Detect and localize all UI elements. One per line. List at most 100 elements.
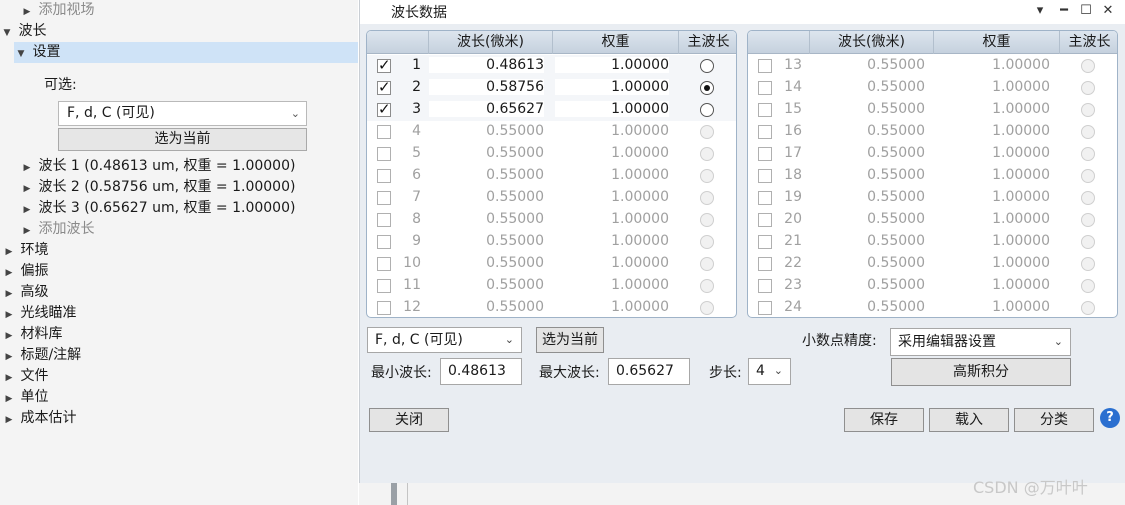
enable-checkbox[interactable] — [377, 213, 391, 227]
primary-radio[interactable] — [700, 147, 714, 161]
enable-checkbox[interactable] — [758, 103, 772, 117]
table-row[interactable]: 5 0.55000 1.00000 — [367, 143, 736, 165]
primary-radio[interactable] — [1081, 59, 1095, 73]
expand-arrow-icon[interactable]: ▶ — [2, 368, 16, 389]
expand-arrow-icon[interactable]: ▶ — [2, 263, 16, 284]
select-current-button[interactable]: 选为当前 — [58, 128, 307, 151]
weight-cell[interactable]: 1.00000 — [555, 79, 669, 95]
minimize-icon[interactable]: ━ — [1056, 3, 1072, 18]
wavelength-cell[interactable]: 0.55000 — [429, 167, 544, 183]
table-row[interactable]: 16 0.55000 1.00000 — [748, 121, 1117, 143]
close-button[interactable]: 关闭 — [369, 408, 449, 432]
wavelength-cell[interactable]: 0.55000 — [429, 123, 544, 139]
wavelength-cell[interactable]: 0.65627 — [429, 101, 544, 117]
wavelength-cell[interactable]: 0.55000 — [810, 145, 925, 161]
enable-checkbox[interactable] — [377, 100, 391, 118]
expand-arrow-icon[interactable]: ▶ — [2, 389, 16, 410]
primary-radio[interactable] — [1081, 191, 1095, 205]
expand-arrow-icon[interactable]: ▶ — [20, 221, 34, 242]
table-row[interactable]: 12 0.55000 1.00000 — [367, 297, 736, 317]
tree-item-advanced[interactable]: ▶ 高级 — [2, 282, 49, 305]
min-wavelength-input[interactable]: 0.48613 — [440, 358, 522, 385]
weight-cell[interactable]: 1.00000 — [555, 255, 669, 271]
tree-item-files[interactable]: ▶ 文件 — [2, 366, 49, 389]
wavelength-cell[interactable]: 0.58756 — [429, 79, 544, 95]
expand-arrow-icon[interactable]: ▶ — [20, 179, 34, 200]
primary-radio[interactable] — [700, 103, 714, 117]
enable-checkbox[interactable] — [377, 56, 391, 74]
tree-item-wavelength-3[interactable]: ▶ 波长 3 (0.65627 um, 权重 = 1.00000) — [20, 198, 296, 219]
weight-cell[interactable]: 1.00000 — [936, 167, 1050, 183]
weight-cell[interactable]: 1.00000 — [936, 101, 1050, 117]
column-header-primary[interactable]: 主波长 — [679, 31, 736, 54]
weight-cell[interactable]: 1.00000 — [555, 167, 669, 183]
table-row[interactable]: 7 0.55000 1.00000 — [367, 187, 736, 209]
weight-cell[interactable]: 1.00000 — [936, 255, 1050, 271]
enable-checkbox[interactable] — [758, 125, 772, 139]
enable-checkbox[interactable] — [377, 301, 391, 315]
primary-radio[interactable] — [700, 169, 714, 183]
weight-cell[interactable]: 1.00000 — [936, 57, 1050, 73]
table-row[interactable]: 6 0.55000 1.00000 — [367, 165, 736, 187]
tree-item-wavelength[interactable]: ▼ 波长 — [0, 21, 47, 44]
wavelength-cell[interactable]: 0.55000 — [429, 233, 544, 249]
primary-radio[interactable] — [1081, 279, 1095, 293]
table-row[interactable]: 14 0.55000 1.00000 — [748, 77, 1117, 99]
column-header-wavelength[interactable]: 波长(微米) — [429, 31, 553, 54]
wavelength-cell[interactable]: 0.55000 — [810, 57, 925, 73]
wavelength-cell[interactable]: 0.55000 — [429, 145, 544, 161]
expand-arrow-icon[interactable]: ▶ — [2, 284, 16, 305]
table-row[interactable]: 2 0.58756 1.00000 — [367, 77, 736, 99]
weight-cell[interactable]: 1.00000 — [555, 299, 669, 315]
primary-radio[interactable] — [700, 191, 714, 205]
wavelength-cell[interactable]: 0.55000 — [810, 299, 925, 315]
weight-cell[interactable]: 1.00000 — [555, 123, 669, 139]
save-button[interactable]: 保存 — [844, 408, 924, 432]
primary-radio[interactable] — [700, 213, 714, 227]
wavelength-cell[interactable]: 0.55000 — [810, 277, 925, 293]
weight-cell[interactable]: 1.00000 — [936, 145, 1050, 161]
tree-item-environment[interactable]: ▶ 环境 — [2, 240, 49, 261]
primary-radio[interactable] — [1081, 103, 1095, 117]
dropdown-arrow-icon[interactable]: ▾ — [1032, 3, 1048, 18]
table-row[interactable]: 24 0.55000 1.00000 — [748, 297, 1117, 317]
column-header-primary[interactable]: 主波长 — [1060, 31, 1117, 54]
enable-checkbox[interactable] — [377, 147, 391, 161]
expand-arrow-icon[interactable]: ▶ — [20, 158, 34, 179]
table-row[interactable]: 3 0.65627 1.00000 — [367, 99, 736, 121]
table-row[interactable]: 19 0.55000 1.00000 — [748, 187, 1117, 209]
splitter-handle[interactable] — [391, 483, 397, 505]
primary-radio[interactable] — [1081, 169, 1095, 183]
primary-radio[interactable] — [1081, 125, 1095, 139]
wavelength-cell[interactable]: 0.55000 — [429, 189, 544, 205]
table-row[interactable]: 13 0.55000 1.00000 — [748, 55, 1117, 77]
primary-radio[interactable] — [700, 279, 714, 293]
enable-checkbox[interactable] — [758, 235, 772, 249]
weight-cell[interactable]: 1.00000 — [936, 277, 1050, 293]
primary-radio[interactable] — [700, 81, 714, 95]
table-row[interactable]: 18 0.55000 1.00000 — [748, 165, 1117, 187]
enable-checkbox[interactable] — [758, 169, 772, 183]
enable-checkbox[interactable] — [758, 59, 772, 73]
table-row[interactable]: 17 0.55000 1.00000 — [748, 143, 1117, 165]
enable-checkbox[interactable] — [758, 279, 772, 293]
enable-checkbox[interactable] — [377, 169, 391, 183]
weight-cell[interactable]: 1.00000 — [936, 211, 1050, 227]
wavelength-cell[interactable]: 0.55000 — [810, 189, 925, 205]
weight-cell[interactable]: 1.00000 — [555, 211, 669, 227]
collapse-arrow-icon[interactable]: ▼ — [0, 23, 14, 44]
table-row[interactable]: 1 0.48613 1.00000 — [367, 55, 736, 77]
tree-item-material-catalog[interactable]: ▶ 材料库 — [2, 324, 63, 345]
primary-radio[interactable] — [1081, 147, 1095, 161]
expand-arrow-icon[interactable]: ▶ — [2, 347, 16, 368]
primary-radio[interactable] — [700, 257, 714, 271]
table-row[interactable]: 8 0.55000 1.00000 — [367, 209, 736, 231]
primary-radio[interactable] — [1081, 235, 1095, 249]
wavelength-cell[interactable]: 0.55000 — [429, 299, 544, 315]
load-button[interactable]: 载入 — [929, 408, 1009, 432]
select-current-button[interactable]: 选为当前 — [536, 327, 604, 353]
wavelength-cell[interactable]: 0.48613 — [429, 57, 544, 73]
primary-radio[interactable] — [700, 301, 714, 315]
wavelength-cell[interactable]: 0.55000 — [429, 255, 544, 271]
wavelength-cell[interactable]: 0.55000 — [810, 123, 925, 139]
